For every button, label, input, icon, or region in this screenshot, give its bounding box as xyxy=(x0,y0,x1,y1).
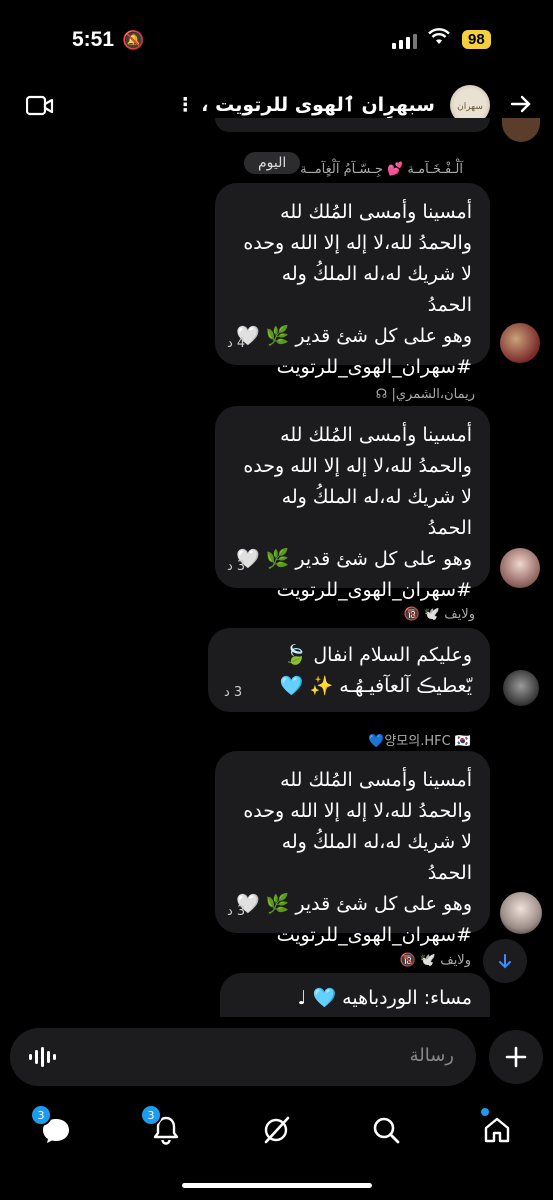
home-indicator xyxy=(182,1183,372,1188)
add-attachment-button[interactable] xyxy=(489,1030,543,1084)
tab-notifications[interactable]: 3 xyxy=(140,1104,186,1150)
message-time: 3 د xyxy=(227,559,246,574)
video-icon[interactable] xyxy=(26,94,54,118)
status-time: 5:51 xyxy=(72,28,115,51)
message-bubble[interactable]: مساء: الوردباهيه 🩵 ♩ xyxy=(220,973,490,1017)
battery-indicator: 98 xyxy=(462,30,491,49)
message-bubble[interactable]: وعليكم السلام انفال 🍃 يّعطيڪ آلعآفيـهُـه… xyxy=(208,628,490,712)
user-avatar[interactable] xyxy=(500,892,542,934)
tab-messages[interactable]: 3 xyxy=(30,1104,76,1150)
notifications-badge: 3 xyxy=(140,1104,162,1126)
voice-message-icon[interactable] xyxy=(28,1046,62,1068)
sender-name: ولايف 🕊️ 🔞 xyxy=(403,607,475,622)
tab-search[interactable] xyxy=(366,1110,406,1150)
home-icon xyxy=(484,1117,510,1143)
previous-message-edge xyxy=(215,118,490,132)
message-bubble[interactable]: أمسينا وأمسى المُلك لله والحمدُ لله،لا إ… xyxy=(215,751,490,946)
search-icon xyxy=(373,1117,400,1144)
silent-bell-icon: 🔕 xyxy=(122,30,145,51)
message-text: وعليكم السلام انفال 🍃 يّعطيڪ آلعآفيـهُـه… xyxy=(279,644,472,697)
tab-home[interactable] xyxy=(477,1108,517,1150)
sender-name: آلْـفْـخَـآمـة 💕 جِـسّـآمُ آلْغٍآمــة xyxy=(300,162,463,177)
sender-name: ولايف 🕊️ 🔞 xyxy=(399,953,471,968)
svg-text:سهران: سهران xyxy=(457,102,483,112)
message-input[interactable]: رسالة xyxy=(410,1045,454,1066)
sender-name: ريمان،الشمري| ☊ xyxy=(375,387,475,402)
chat-title[interactable]: سبهرِان ٱلهوى للرتويت ، ⋮ xyxy=(176,94,435,116)
cellular-signal-icon xyxy=(392,33,417,49)
sender-name: 양모의.HFC 🇰🇷💙 xyxy=(368,734,471,749)
tab-grok[interactable] xyxy=(256,1110,296,1150)
home-new-dot xyxy=(481,1108,489,1116)
scroll-to-bottom-button[interactable] xyxy=(483,939,527,983)
wifi-icon xyxy=(428,28,450,44)
arrow-down-icon xyxy=(499,954,511,969)
message-time: 3 د xyxy=(224,685,243,700)
message-text: مساء: الوردباهيه 🩵 ♩ xyxy=(297,987,472,1009)
message-text: أمسينا وأمسى المُلك لله والحمدُ لله،لا إ… xyxy=(235,769,472,946)
messages-badge: 3 xyxy=(30,1104,52,1126)
user-avatar[interactable] xyxy=(502,118,540,142)
message-text: أمسينا وأمسى المُلك لله والحمدُ لله،لا إ… xyxy=(235,424,472,601)
user-avatar[interactable] xyxy=(500,548,540,588)
grok-icon xyxy=(264,1116,290,1144)
message-time: 4 د xyxy=(227,336,246,351)
user-avatar[interactable] xyxy=(503,670,539,706)
day-separator: اليوم xyxy=(244,152,301,174)
message-bubble[interactable]: أمسينا وأمسى المُلك لله والحمدُ لله،لا إ… xyxy=(215,406,490,601)
message-bubble[interactable]: أمسينا وأمسى المُلك لله والحمدُ لله،لا إ… xyxy=(215,183,490,378)
status-bar: 5:51 🔕 98 xyxy=(0,0,553,80)
user-avatar[interactable] xyxy=(500,323,540,363)
message-text: أمسينا وأمسى المُلك لله والحمدُ لله،لا إ… xyxy=(235,201,472,378)
message-input-bar[interactable]: رسالة xyxy=(10,1028,476,1086)
message-time: 3 د xyxy=(227,904,246,919)
bottom-tab-bar: 3 3 xyxy=(0,1100,553,1160)
plus-icon xyxy=(505,1046,527,1068)
